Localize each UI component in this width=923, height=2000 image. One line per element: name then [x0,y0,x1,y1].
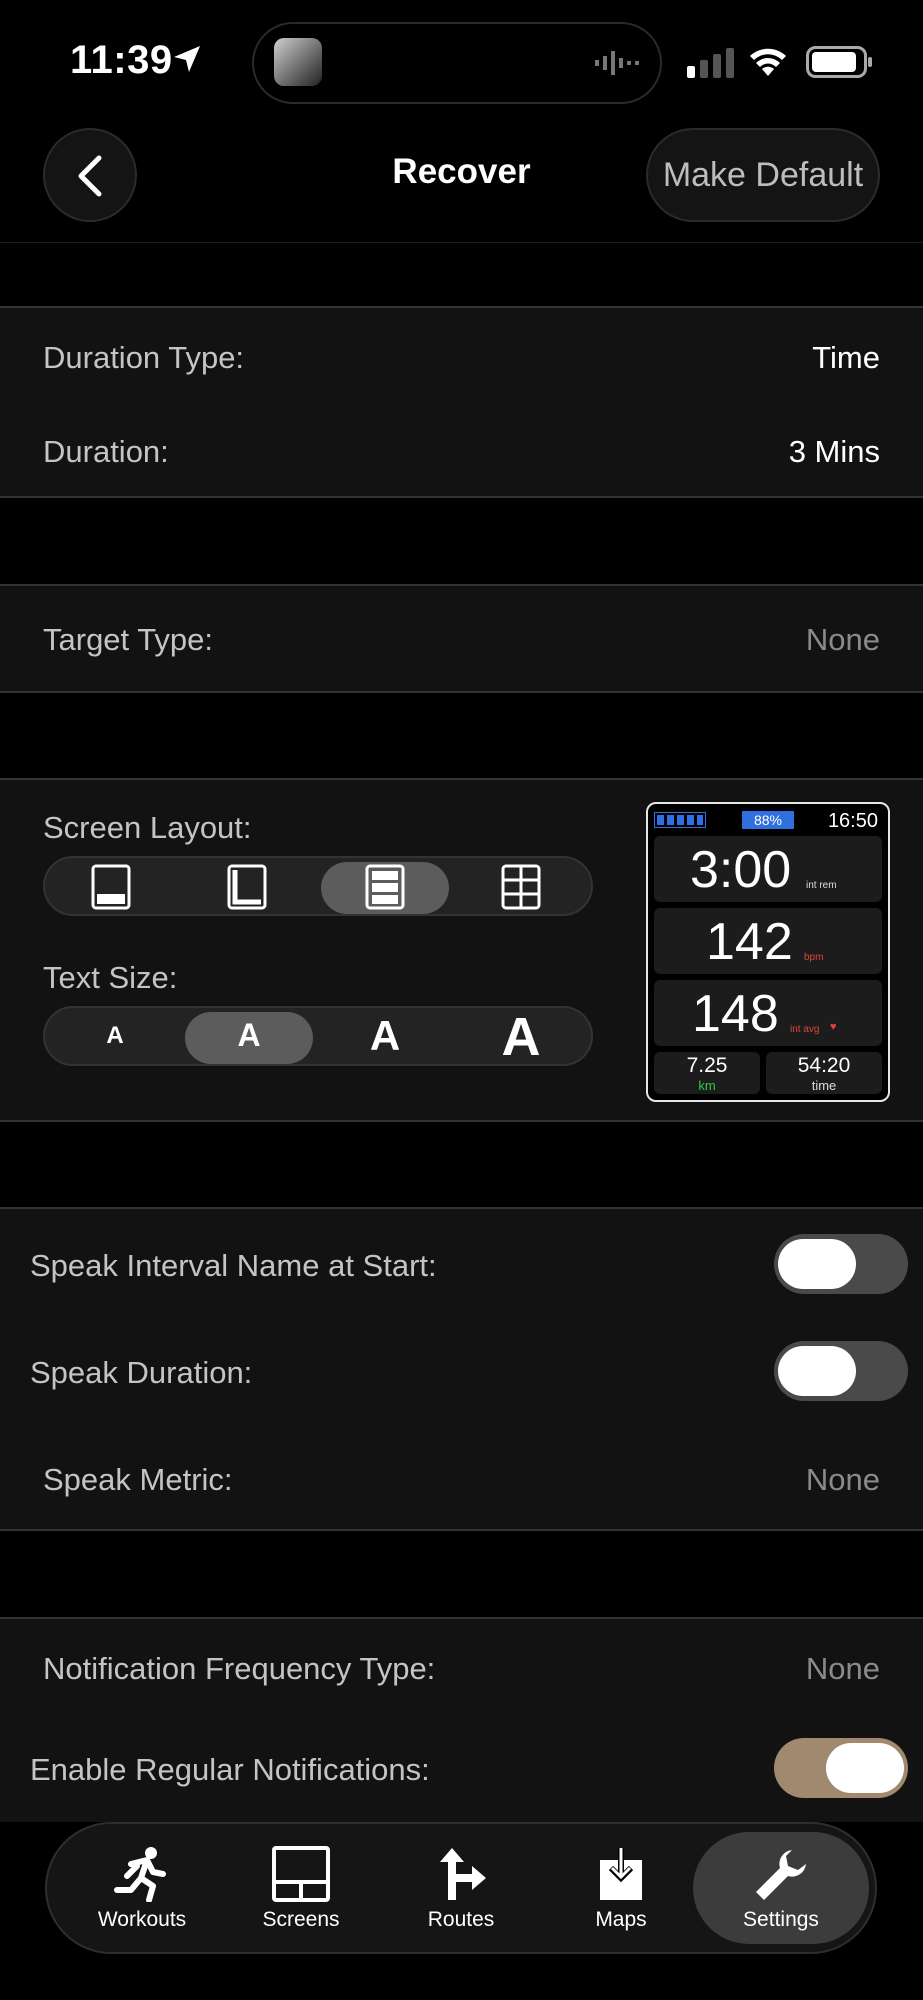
duration-type-label: Duration Type: [43,340,245,375]
watch-field-3-unit: int avg [790,1024,820,1035]
notification-frequency-value[interactable]: None [806,1651,880,1687]
layout-split-icon[interactable] [227,864,267,910]
battery-icon [806,46,872,78]
status-time: 11:39 [70,38,173,82]
tab-workouts-label: Workouts [97,1908,187,1931]
watch-field-3: 148 int avg ♥ [654,980,882,1046]
text-size-large[interactable]: A [355,1012,415,1060]
watch-field-1-value: 3:00 [690,841,792,899]
watch-field-1: 3:00 int rem [654,836,882,902]
speak-metric-label: Speak Metric: [43,1462,233,1497]
watch-field-4: 7.25 km [654,1052,760,1094]
text-size-medium[interactable]: A [219,1017,279,1054]
speak-interval-name-toggle[interactable] [774,1234,908,1294]
enable-notifications-label: Enable Regular Notifications: [30,1752,430,1787]
watch-field-4-unit: km [698,1078,716,1093]
toggle-knob [778,1346,856,1396]
tab-screens-label: Screens [262,1908,340,1931]
runner-icon [114,1847,166,1902]
layout-rows-icon[interactable] [365,864,405,910]
screen-layout-label: Screen Layout: [43,810,252,845]
text-size-selector[interactable]: A A A A [43,1006,593,1068]
text-size-small[interactable]: A [85,1022,145,1050]
watch-battery-bars-icon [654,812,706,828]
watch-field-4-value: 7.25 [686,1054,728,1077]
audio-wave-icon [595,51,639,75]
watch-screen-preview: 88% 16:50 3:00 int rem 142 bpm 148 int a… [646,802,890,1102]
target-type-label: Target Type: [43,622,214,657]
tab-settings-label: Settings [743,1908,819,1931]
layout-grid-icon[interactable] [501,864,541,910]
tab-maps-label: Maps [595,1908,647,1931]
duration-type-value[interactable]: Time [812,340,880,376]
wrench-icon [756,1850,806,1900]
watch-field-5-unit: time [811,1078,837,1093]
speak-duration-label: Speak Duration: [30,1355,253,1390]
toggle-knob [826,1743,904,1793]
watch-field-2-unit: bpm [804,952,824,963]
watch-field-3-value: 148 [692,985,779,1043]
speak-metric-value[interactable]: None [806,1462,880,1498]
cellular-signal-icon [687,48,734,78]
text-size-label: Text Size: [43,960,178,995]
enable-notifications-toggle[interactable] [774,1738,908,1798]
watch-field-2: 142 bpm [654,908,882,974]
location-arrow-icon [174,46,200,72]
watch-field-5-value: 54:20 [797,1054,851,1077]
tab-routes[interactable]: Routes [381,1822,541,1954]
tab-settings[interactable]: Settings [701,1822,861,1954]
heart-icon: ♥ [830,1021,837,1033]
duration-label: Duration: [43,434,169,469]
watch-field-5: 54:20 time [766,1052,882,1094]
speak-duration-toggle[interactable] [774,1341,908,1401]
tab-workouts[interactable]: Workouts [62,1822,222,1954]
now-playing-artwork [274,38,322,86]
header-divider [0,242,923,243]
tab-routes-label: Routes [427,1908,495,1931]
screens-icon [272,1846,330,1902]
watch-clock: 16:50 [827,810,878,832]
watch-field-1-unit: int rem [806,880,837,891]
tab-maps[interactable]: Maps [541,1822,701,1954]
watch-field-2-value: 142 [706,913,793,971]
notification-frequency-label: Notification Frequency Type: [43,1651,436,1686]
duration-value[interactable]: 3 Mins [789,434,880,470]
text-size-xlarge[interactable]: A [491,1006,551,1068]
wifi-icon [750,48,786,76]
target-type-value[interactable]: None [806,622,880,658]
watch-battery-percent: 88% [742,811,794,829]
maps-icon [600,1848,642,1900]
make-default-button[interactable]: Make Default [646,128,880,222]
screen-layout-selector[interactable] [43,856,593,916]
tab-screens[interactable]: Screens [221,1822,381,1954]
speak-interval-name-label: Speak Interval Name at Start: [30,1248,437,1283]
layout-single-icon[interactable] [91,864,131,910]
routes-icon [440,1848,486,1900]
toggle-knob [778,1239,856,1289]
